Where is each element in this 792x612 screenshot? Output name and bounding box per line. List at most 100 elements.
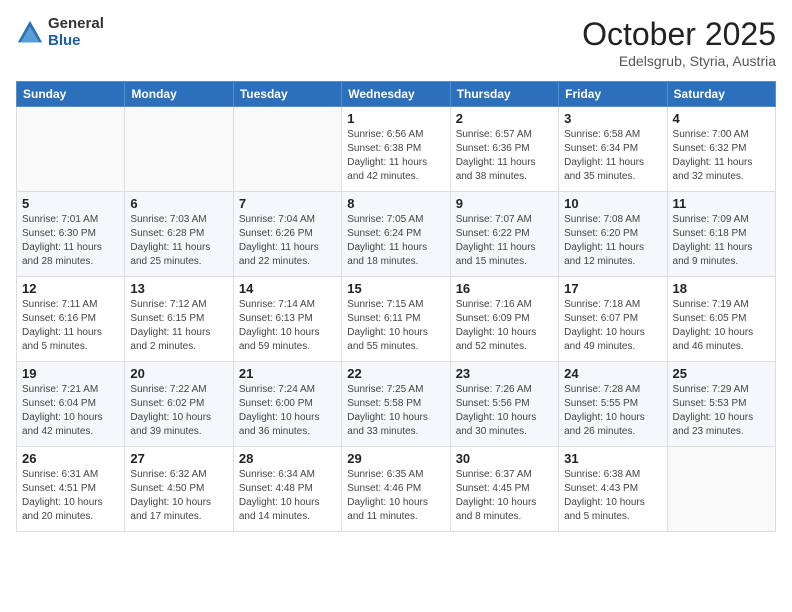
day-info: Sunrise: 7:00 AM Sunset: 6:32 PM Dayligh… bbox=[673, 128, 770, 184]
logo: General Blue bbox=[16, 16, 104, 49]
logo-blue-label: Blue bbox=[48, 33, 104, 50]
day-info: Sunrise: 7:12 AM Sunset: 6:15 PM Dayligh… bbox=[130, 298, 227, 354]
day-number: 11 bbox=[673, 196, 770, 211]
calendar-week-2: 12Sunrise: 7:11 AM Sunset: 6:16 PM Dayli… bbox=[17, 277, 776, 362]
calendar-cell bbox=[17, 107, 125, 192]
day-number: 6 bbox=[130, 196, 227, 211]
day-number: 5 bbox=[22, 196, 119, 211]
day-info: Sunrise: 6:35 AM Sunset: 4:46 PM Dayligh… bbox=[347, 468, 444, 524]
day-info: Sunrise: 6:57 AM Sunset: 6:36 PM Dayligh… bbox=[456, 128, 553, 184]
day-number: 23 bbox=[456, 366, 553, 381]
calendar-cell: 6 Sunrise: 7:03 AM Sunset: 6:28 PM Daylig… bbox=[125, 192, 233, 277]
calendar-cell: 12Sunrise: 7:11 AM Sunset: 6:16 PM Dayli… bbox=[17, 277, 125, 362]
calendar-cell: 11 Sunrise: 7:09 AM Sunset: 6:18 PM Dayli… bbox=[667, 192, 775, 277]
day-number: 22 bbox=[347, 366, 444, 381]
calendar-cell: 28Sunrise: 6:34 AM Sunset: 4:48 PM Dayli… bbox=[233, 447, 341, 532]
day-info: Sunrise: 7:03 AM Sunset: 6:28 PM Dayligh… bbox=[130, 213, 227, 269]
logo-general-label: General bbox=[48, 16, 104, 33]
calendar-cell: 27 Sunrise: 6:32 AM Sunset: 4:50 PM Dayli… bbox=[125, 447, 233, 532]
day-info: Sunrise: 7:09 AM Sunset: 6:18 PM Dayligh… bbox=[673, 213, 770, 269]
day-info: Sunrise: 7:16 AM Sunset: 6:09 PM Dayligh… bbox=[456, 298, 553, 354]
weekday-header-sunday: Sunday bbox=[17, 82, 125, 107]
day-info: Sunrise: 7:07 AM Sunset: 6:22 PM Dayligh… bbox=[456, 213, 553, 269]
calendar-cell: 1 Sunrise: 6:56 AM Sunset: 6:38 PM Daylig… bbox=[342, 107, 450, 192]
calendar-week-3: 19 Sunrise: 7:21 AM Sunset: 6:04 PM Dayli… bbox=[17, 362, 776, 447]
day-number: 27 bbox=[130, 451, 227, 466]
day-info: Sunrise: 6:31 AM Sunset: 4:51 PM Dayligh… bbox=[22, 468, 119, 524]
month-title: October 2025 bbox=[582, 16, 776, 53]
day-number: 8 bbox=[347, 196, 444, 211]
weekday-header-friday: Friday bbox=[559, 82, 667, 107]
weekday-header-thursday: Thursday bbox=[450, 82, 558, 107]
calendar-cell: 2 Sunrise: 6:57 AM Sunset: 6:36 PM Daylig… bbox=[450, 107, 558, 192]
day-number: 9 bbox=[456, 196, 553, 211]
calendar-cell: 14Sunrise: 7:14 AM Sunset: 6:13 PM Dayli… bbox=[233, 277, 341, 362]
day-info: Sunrise: 7:19 AM Sunset: 6:05 PM Dayligh… bbox=[673, 298, 770, 354]
weekday-header-tuesday: Tuesday bbox=[233, 82, 341, 107]
calendar-cell bbox=[125, 107, 233, 192]
calendar-cell: 3 Sunrise: 6:58 AM Sunset: 6:34 PM Daylig… bbox=[559, 107, 667, 192]
calendar-cell: 5Sunrise: 7:01 AM Sunset: 6:30 PM Daylig… bbox=[17, 192, 125, 277]
calendar-cell: 4 Sunrise: 7:00 AM Sunset: 6:32 PM Daylig… bbox=[667, 107, 775, 192]
day-number: 4 bbox=[673, 111, 770, 126]
day-number: 10 bbox=[564, 196, 661, 211]
day-info: Sunrise: 7:26 AM Sunset: 5:56 PM Dayligh… bbox=[456, 383, 553, 439]
day-info: Sunrise: 7:21 AM Sunset: 6:04 PM Dayligh… bbox=[22, 383, 119, 439]
day-number: 26 bbox=[22, 451, 119, 466]
day-number: 7 bbox=[239, 196, 336, 211]
calendar-table: SundayMondayTuesdayWednesdayThursdayFrid… bbox=[16, 81, 776, 532]
calendar-cell: 22 Sunrise: 7:25 AM Sunset: 5:58 PM Dayli… bbox=[342, 362, 450, 447]
day-number: 1 bbox=[347, 111, 444, 126]
calendar-cell: 24 Sunrise: 7:28 AM Sunset: 5:55 PM Dayli… bbox=[559, 362, 667, 447]
calendar-cell: 31 Sunrise: 6:38 AM Sunset: 4:43 PM Dayli… bbox=[559, 447, 667, 532]
day-number: 17 bbox=[564, 281, 661, 296]
calendar-cell: 16 Sunrise: 7:16 AM Sunset: 6:09 PM Dayli… bbox=[450, 277, 558, 362]
calendar-cell: 7 Sunrise: 7:04 AM Sunset: 6:26 PM Daylig… bbox=[233, 192, 341, 277]
day-number: 19 bbox=[22, 366, 119, 381]
day-number: 28 bbox=[239, 451, 336, 466]
calendar-cell bbox=[233, 107, 341, 192]
day-info: Sunrise: 7:25 AM Sunset: 5:58 PM Dayligh… bbox=[347, 383, 444, 439]
day-number: 21 bbox=[239, 366, 336, 381]
day-info: Sunrise: 6:56 AM Sunset: 6:38 PM Dayligh… bbox=[347, 128, 444, 184]
day-info: Sunrise: 7:29 AM Sunset: 5:53 PM Dayligh… bbox=[673, 383, 770, 439]
day-number: 15 bbox=[347, 281, 444, 296]
calendar-cell: 30Sunrise: 6:37 AM Sunset: 4:45 PM Dayli… bbox=[450, 447, 558, 532]
calendar-cell: 17 Sunrise: 7:18 AM Sunset: 6:07 PM Dayli… bbox=[559, 277, 667, 362]
calendar-cell: 26 Sunrise: 6:31 AM Sunset: 4:51 PM Dayli… bbox=[17, 447, 125, 532]
day-number: 3 bbox=[564, 111, 661, 126]
calendar-cell: 15Sunrise: 7:15 AM Sunset: 6:11 PM Dayli… bbox=[342, 277, 450, 362]
weekday-header-wednesday: Wednesday bbox=[342, 82, 450, 107]
day-info: Sunrise: 6:38 AM Sunset: 4:43 PM Dayligh… bbox=[564, 468, 661, 524]
title-block: October 2025 Edelsgrub, Styria, Austria bbox=[582, 16, 776, 69]
calendar-cell: 10 Sunrise: 7:08 AM Sunset: 6:20 PM Dayli… bbox=[559, 192, 667, 277]
day-info: Sunrise: 7:24 AM Sunset: 6:00 PM Dayligh… bbox=[239, 383, 336, 439]
day-info: Sunrise: 7:28 AM Sunset: 5:55 PM Dayligh… bbox=[564, 383, 661, 439]
day-info: Sunrise: 6:37 AM Sunset: 4:45 PM Dayligh… bbox=[456, 468, 553, 524]
page-header: General Blue October 2025 Edelsgrub, Sty… bbox=[16, 16, 776, 69]
calendar-cell: 20Sunrise: 7:22 AM Sunset: 6:02 PM Dayli… bbox=[125, 362, 233, 447]
calendar-cell: 9 Sunrise: 7:07 AM Sunset: 6:22 PM Daylig… bbox=[450, 192, 558, 277]
calendar-cell: 21 Sunrise: 7:24 AM Sunset: 6:00 PM Dayli… bbox=[233, 362, 341, 447]
day-info: Sunrise: 6:58 AM Sunset: 6:34 PM Dayligh… bbox=[564, 128, 661, 184]
day-number: 2 bbox=[456, 111, 553, 126]
day-number: 16 bbox=[456, 281, 553, 296]
day-number: 25 bbox=[673, 366, 770, 381]
day-info: Sunrise: 6:32 AM Sunset: 4:50 PM Dayligh… bbox=[130, 468, 227, 524]
day-number: 18 bbox=[673, 281, 770, 296]
calendar-week-0: 1 Sunrise: 6:56 AM Sunset: 6:38 PM Daylig… bbox=[17, 107, 776, 192]
location-label: Edelsgrub, Styria, Austria bbox=[582, 53, 776, 69]
calendar-cell bbox=[667, 447, 775, 532]
calendar-cell: 19 Sunrise: 7:21 AM Sunset: 6:04 PM Dayli… bbox=[17, 362, 125, 447]
calendar-cell: 25 Sunrise: 7:29 AM Sunset: 5:53 PM Dayli… bbox=[667, 362, 775, 447]
day-number: 24 bbox=[564, 366, 661, 381]
calendar-cell: 8Sunrise: 7:05 AM Sunset: 6:24 PM Daylig… bbox=[342, 192, 450, 277]
day-info: Sunrise: 7:08 AM Sunset: 6:20 PM Dayligh… bbox=[564, 213, 661, 269]
day-number: 13 bbox=[130, 281, 227, 296]
logo-icon bbox=[16, 19, 44, 47]
day-number: 31 bbox=[564, 451, 661, 466]
day-info: Sunrise: 7:14 AM Sunset: 6:13 PM Dayligh… bbox=[239, 298, 336, 354]
day-info: Sunrise: 7:18 AM Sunset: 6:07 PM Dayligh… bbox=[564, 298, 661, 354]
day-info: Sunrise: 7:04 AM Sunset: 6:26 PM Dayligh… bbox=[239, 213, 336, 269]
day-info: Sunrise: 7:22 AM Sunset: 6:02 PM Dayligh… bbox=[130, 383, 227, 439]
